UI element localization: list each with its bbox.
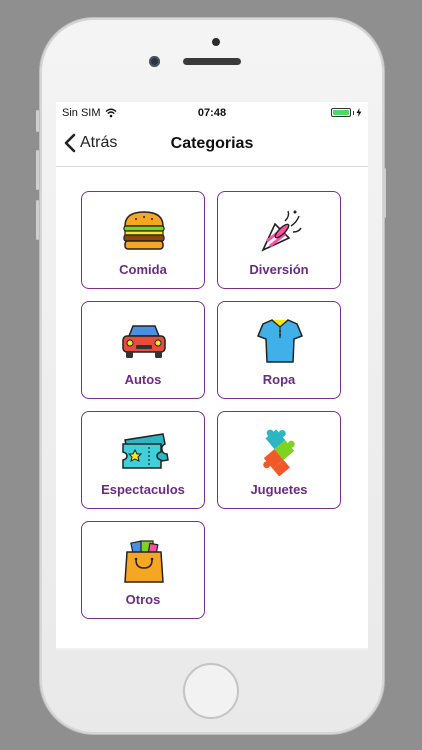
category-label: Diversión bbox=[249, 262, 309, 277]
car-icon bbox=[122, 325, 166, 358]
front-camera bbox=[149, 56, 160, 67]
status-bar: Sin SIM 07:48 bbox=[56, 102, 368, 124]
category-otros[interactable]: Otros bbox=[81, 521, 205, 619]
category-ropa[interactable]: Ropa bbox=[217, 301, 341, 399]
status-time: 07:48 bbox=[197, 107, 227, 119]
category-label: Comida bbox=[119, 262, 167, 277]
proximity-sensor bbox=[212, 38, 220, 46]
navigation-bar: Atrás Categorias bbox=[56, 124, 368, 167]
volume-up-button bbox=[36, 150, 39, 190]
category-diversion[interactable]: Diversión bbox=[217, 191, 341, 289]
app-screen: Sin SIM 07:48 Atrás Categorias Comida Di… bbox=[56, 102, 368, 650]
burger-icon bbox=[123, 211, 165, 250]
home-button[interactable] bbox=[183, 663, 239, 719]
category-label: Espectaculos bbox=[101, 482, 185, 497]
battery-indicator bbox=[330, 108, 363, 117]
mute-switch bbox=[36, 110, 39, 132]
power-button bbox=[383, 168, 386, 218]
category-juguetes[interactable]: Juguetes bbox=[217, 411, 341, 509]
page-title: Categorias bbox=[170, 135, 254, 152]
battery-fill bbox=[332, 110, 349, 115]
shirt-icon bbox=[257, 319, 303, 363]
bottom-edge bbox=[56, 648, 368, 650]
shopping-bag-icon bbox=[124, 540, 164, 583]
category-espectaculos[interactable]: Espectaculos bbox=[81, 411, 205, 509]
party-popper-icon bbox=[261, 210, 302, 252]
category-comida[interactable]: Comida bbox=[81, 191, 205, 289]
earpiece-speaker bbox=[183, 58, 241, 65]
category-autos[interactable]: Autos bbox=[81, 301, 205, 399]
charging-bolt-icon bbox=[356, 108, 362, 117]
puzzle-icon bbox=[263, 429, 295, 476]
category-label: Autos bbox=[124, 372, 162, 387]
category-label: Ropa bbox=[262, 372, 296, 387]
category-label: Otros bbox=[125, 592, 161, 607]
category-label: Juguetes bbox=[250, 482, 308, 497]
ticket-icon bbox=[122, 433, 169, 469]
volume-down-button bbox=[36, 200, 39, 240]
